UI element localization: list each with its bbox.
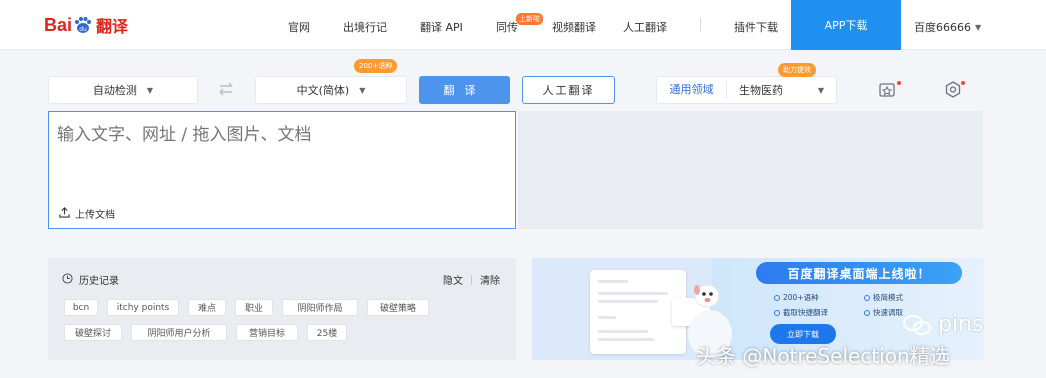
upload-document-button[interactable]: 上传文档 [59,206,115,221]
banner-feature: 截取快捷翻译 [774,307,828,318]
source-text-input[interactable] [57,120,497,190]
watermark-credit: 头条 @NotreSelection精选 [696,344,950,368]
source-language-select[interactable]: 自动检测 ▼ [48,76,198,104]
banner-feature-label: 快速调取 [873,308,903,317]
watermark-brand-text: pins [938,312,984,337]
history-header: 历史记录 [62,272,119,287]
history-chip[interactable]: 25楼 [307,324,347,341]
banner-title: 百度翻译桌面端上线啦！ [756,262,962,284]
source-text-editor: 上传文档 [48,111,516,229]
top-header: Bai du 翻译 官网 出境行记 翻译 API 同传 上新啦 视频翻译 人工翻… [0,0,1046,50]
nav-divider [700,18,701,32]
history-chip[interactable]: 营销目标 [236,324,298,341]
domain-value: 生物医药 [739,84,783,97]
swap-languages-icon[interactable] [217,80,235,98]
history-chip[interactable]: bcn [64,299,98,316]
target-language-value: 中文(简体) [296,84,350,97]
check-circle-icon [864,294,870,301]
history-chip[interactable]: 难点 [188,299,226,316]
nav-human-translate[interactable]: 人工翻译 [623,19,667,35]
check-circle-icon [774,309,780,316]
banner-feature-label: 极简模式 [873,293,903,302]
banner-feature-label: 200+语种 [783,293,819,302]
settings-icon[interactable] [943,80,963,100]
nav-plugin-download[interactable]: 插件下载 [734,19,778,35]
source-language-value: 自动检测 [92,84,137,97]
history-chip[interactable]: 阴阳师作局 [282,299,358,316]
wechat-icon [903,314,931,335]
user-menu[interactable]: 百度66666 ▼ [914,19,981,35]
nav-simultaneous[interactable]: 同传 [496,19,518,35]
nav-official-site[interactable]: 官网 [288,19,310,35]
banner-feature: 200+语种 [774,292,819,303]
chevron-down-icon: ▼ [975,22,982,32]
translate-page: Bai du 翻译 官网 出境行记 翻译 API 同传 上新啦 视频翻译 人工翻… [0,0,1046,378]
banner-feature: 快速调取 [864,307,903,318]
history-panel: 历史记录 隐文 清除 bcn itchy points 难点 职业 阴阳师作局 … [48,258,516,360]
domain-select[interactable]: 通用领域 生物医药 ▼ [656,76,837,104]
logo-translate-text: 翻译 [96,17,129,36]
baidu-translate-logo[interactable]: Bai du 翻译 [44,12,128,38]
translation-output-panel [518,111,983,229]
domain-value-select[interactable]: 生物医药 ▼ [727,82,836,98]
upload-icon [59,206,70,221]
clock-icon [62,272,73,287]
human-translate-button[interactable]: 人工翻译 [522,76,615,104]
history-chip[interactable]: itchy points [107,299,179,316]
domain-label[interactable]: 通用领域 [657,82,727,98]
history-hide-button[interactable]: 隐文 [443,272,463,287]
history-chip[interactable]: 破壁探讨 [64,324,122,341]
history-chip[interactable]: 职业 [235,299,273,316]
app-download-button[interactable]: APP下载 [791,0,901,50]
nav-api[interactable]: 翻译 API [420,19,463,35]
banner-feature-label: 截取快捷翻译 [783,308,828,317]
history-actions: 隐文 清除 [443,272,500,287]
divider [471,274,472,285]
notification-dot [897,81,901,85]
paw-icon: du [73,15,93,35]
history-clear-button[interactable]: 清除 [480,272,500,287]
logo-bai-text: Bai [44,14,73,35]
favorites-icon[interactable] [878,80,898,100]
banner-feature: 极简模式 [864,292,903,303]
chevron-down-icon: ▼ [359,85,366,95]
upload-document-label: 上传文档 [75,210,115,221]
history-chip[interactable]: 破壁策略 [367,299,429,316]
notification-dot [961,81,965,85]
domain-badge: 助力提效 [778,63,816,77]
check-circle-icon [774,294,780,301]
nav-video-translate[interactable]: 视频翻译 [552,19,596,35]
target-language-select[interactable]: 中文(简体) ▼ [255,76,407,104]
watermark-brand: pins [902,312,983,337]
chevron-down-icon: ▼ [817,85,824,95]
nav-travel[interactable]: 出境行记 [343,19,387,35]
history-title: 历史记录 [79,276,119,287]
language-count-badge: 200+语种 [354,59,398,73]
svg-text:du: du [79,26,87,33]
chevron-down-icon: ▼ [146,85,154,95]
translate-button[interactable]: 翻译 [419,76,510,104]
username: 百度66666 [914,21,971,34]
nav-new-badge: 上新啦 [516,13,543,25]
history-chip[interactable]: 阴阳师用户分析 [131,324,227,341]
check-circle-icon [864,309,870,316]
